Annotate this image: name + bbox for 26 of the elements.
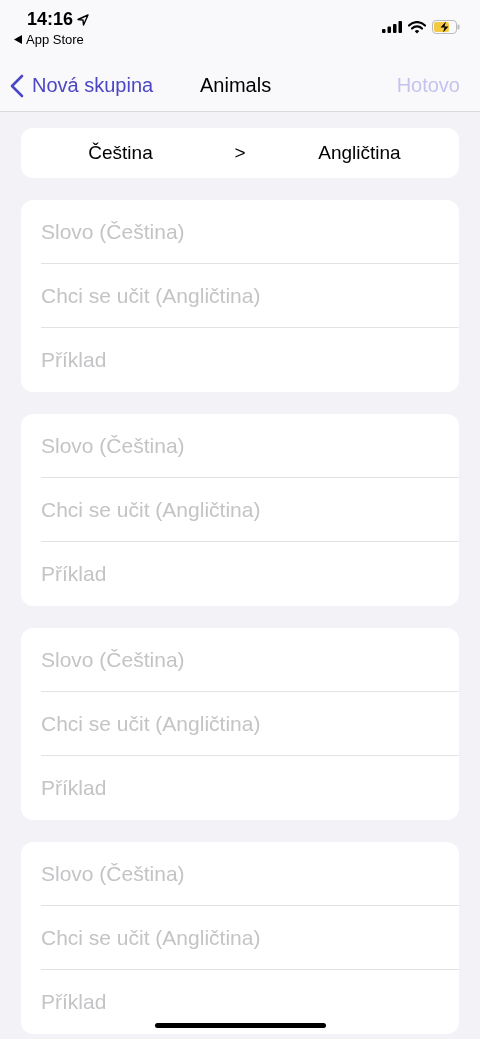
nav-title: Animals [200, 74, 272, 97]
back-to-app-link[interactable]: App Store [26, 32, 84, 47]
text-field[interactable]: Slovo (Čeština) [21, 628, 459, 692]
text-field[interactable]: Příklad [21, 756, 459, 820]
text-field[interactable]: Slovo (Čeština) [21, 414, 459, 478]
signal-icon [382, 21, 402, 33]
language-pair-card[interactable]: Čeština > Angličtina [21, 128, 459, 178]
location-arrow-icon [77, 13, 90, 26]
text-field[interactable]: Chci se učit (Angličtina) [21, 906, 459, 970]
text-field[interactable]: Příklad [21, 542, 459, 606]
target-language: Angličtina [317, 142, 402, 164]
source-language: Čeština [87, 142, 154, 164]
text-field[interactable]: Příklad [21, 328, 459, 392]
back-button[interactable]: Nová skupina [10, 73, 154, 98]
text-field[interactable]: Chci se učit (Angličtina) [21, 478, 459, 542]
text-field[interactable]: Slovo (Čeština) [21, 200, 459, 264]
wifi-icon [408, 20, 426, 34]
battery-charging-icon [432, 20, 460, 34]
text-field[interactable]: Příklad [21, 970, 459, 1034]
text-field[interactable]: Chci se učit (Angličtina) [21, 264, 459, 328]
back-triangle-icon [14, 35, 22, 44]
text-field[interactable]: Slovo (Čeština) [21, 842, 459, 906]
status-time: 14:16 [26, 9, 74, 30]
direction-separator: > [233, 142, 247, 164]
chevron-left-icon [10, 73, 24, 98]
text-field[interactable]: Chci se učit (Angličtina) [21, 692, 459, 756]
